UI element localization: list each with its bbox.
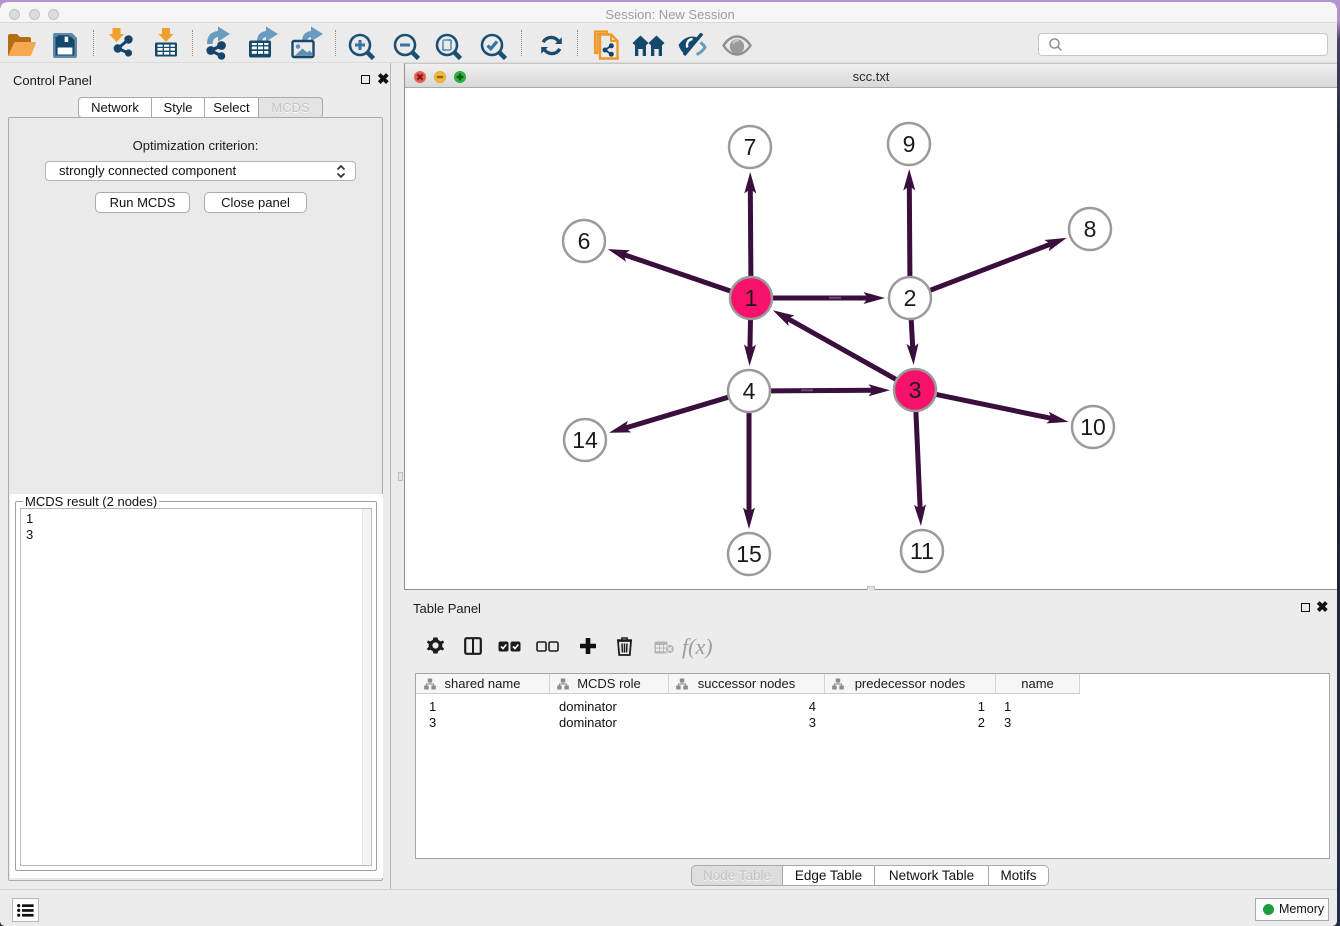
svg-text:7: 7	[744, 134, 757, 160]
svg-text:14: 14	[572, 427, 598, 453]
svg-text:15: 15	[736, 541, 762, 567]
svg-text:10: 10	[1080, 414, 1106, 440]
svg-text:9: 9	[903, 131, 916, 157]
svg-text:3: 3	[909, 377, 922, 403]
svg-text:4: 4	[743, 378, 756, 404]
svg-text:6: 6	[578, 228, 591, 254]
svg-text:11: 11	[910, 538, 934, 564]
svg-text:1: 1	[745, 285, 758, 311]
svg-text:2: 2	[904, 285, 917, 311]
svg-text:8: 8	[1084, 216, 1097, 242]
